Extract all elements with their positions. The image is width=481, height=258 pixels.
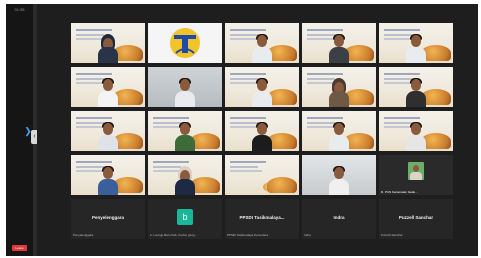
video-tile[interactable] xyxy=(148,67,222,107)
video-tile[interactable]: D. PUS Kecamatan Gadu... xyxy=(379,155,453,195)
participant-video xyxy=(329,34,349,63)
participant-caption: b, Lounge Baru Kab. Kudus (prog... xyxy=(150,233,198,237)
video-tile[interactable] xyxy=(225,111,299,151)
participant-tile[interactable]: b b, Lounge Baru Kab. Kudus (prog... xyxy=(148,199,222,239)
video-tile[interactable] xyxy=(148,23,222,63)
participant-video xyxy=(252,34,272,63)
video-tile[interactable] xyxy=(379,111,453,151)
participant-video xyxy=(406,34,426,63)
participant-video xyxy=(406,122,426,151)
video-tile[interactable] xyxy=(71,111,145,151)
participant-video xyxy=(175,78,195,107)
avatar: b xyxy=(177,209,193,225)
video-tile[interactable] xyxy=(302,155,376,195)
participant-video xyxy=(98,166,118,195)
participant-tile[interactable]: Penyelenggara Penyelenggara xyxy=(71,199,145,239)
participant-tile[interactable]: Puzzell Sanchar Puzzell Sanchar xyxy=(379,199,453,239)
participant-video xyxy=(98,34,118,63)
video-tile[interactable] xyxy=(302,23,376,63)
video-tile[interactable] xyxy=(148,155,222,195)
video-tile[interactable] xyxy=(225,67,299,107)
pu-logo-icon xyxy=(148,23,222,63)
video-tile[interactable] xyxy=(71,67,145,107)
participant-tile[interactable]: Indra Indra xyxy=(302,199,376,239)
participant-video xyxy=(406,78,426,107)
participant-display-name: Indra xyxy=(333,215,345,220)
participant-video xyxy=(98,122,118,151)
video-tile[interactable] xyxy=(302,111,376,151)
participant-display-name: Penyelenggara xyxy=(91,215,124,220)
video-tile[interactable] xyxy=(225,155,299,195)
meeting-timer: 01:35 xyxy=(14,7,25,12)
participant-caption: PPSDI Tasikmalaya Kemenkes xyxy=(227,233,269,237)
participant-caption: Puzzell Sanchar xyxy=(381,233,403,237)
participant-thumbnail xyxy=(408,162,424,180)
participant-video xyxy=(329,78,349,107)
video-tile[interactable] xyxy=(225,23,299,63)
leave-button[interactable]: Leave xyxy=(12,245,27,251)
participant-video xyxy=(252,122,272,151)
participant-caption: Indra xyxy=(304,233,311,237)
participant-tile[interactable]: PPSDI Tasikmalaya... PPSDI Tasikmalaya K… xyxy=(225,199,299,239)
participant-video xyxy=(252,78,272,107)
participant-display-name: PPSDI Tasikmalaya... xyxy=(239,215,285,220)
video-tile[interactable] xyxy=(302,67,376,107)
video-tile[interactable] xyxy=(379,67,453,107)
video-tile[interactable] xyxy=(71,155,145,195)
participant-video xyxy=(329,122,349,151)
participant-display-name: Puzzell Sanchar xyxy=(398,215,434,220)
participant-name: D. PUS Kecamatan Gadu... xyxy=(381,190,418,194)
video-tile[interactable] xyxy=(379,23,453,63)
participant-video xyxy=(175,122,195,151)
participant-video xyxy=(175,166,195,195)
meeting-window: 01:35 ❯ Leave ‹ D. PUS Kecamatan Gadu...… xyxy=(6,4,478,256)
video-grid: D. PUS Kecamatan Gadu... Penyelenggara P… xyxy=(37,4,478,256)
participant-video xyxy=(98,78,118,107)
participant-video xyxy=(329,166,349,195)
participant-caption: Penyelenggara xyxy=(73,233,94,237)
left-sidebar: 01:35 ❯ Leave xyxy=(6,4,33,256)
shared-slide xyxy=(225,155,299,195)
video-tile[interactable] xyxy=(71,23,145,63)
video-tile[interactable] xyxy=(148,111,222,151)
